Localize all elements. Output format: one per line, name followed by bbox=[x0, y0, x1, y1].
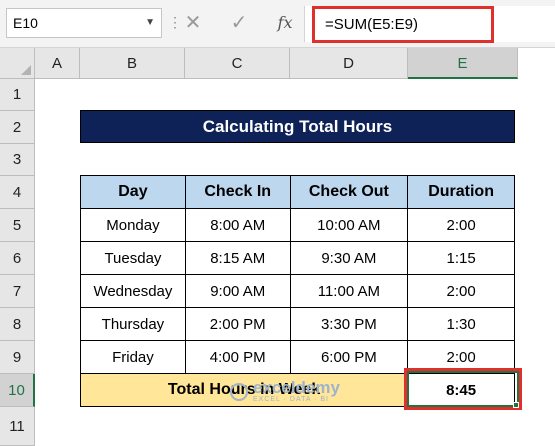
formula-highlight-box bbox=[312, 6, 494, 43]
row-header-8[interactable]: 8 bbox=[0, 308, 35, 341]
table-row: Thursday 2:00 PM 3:30 PM 1:30 bbox=[80, 307, 515, 341]
table-row: Tuesday 8:15 AM 9:30 AM 1:15 bbox=[80, 241, 515, 275]
day-cell[interactable]: Monday bbox=[80, 208, 186, 242]
day-cell[interactable]: Wednesday bbox=[80, 274, 186, 308]
row-header-11[interactable]: 11 bbox=[0, 407, 35, 446]
day-cell[interactable]: Thursday bbox=[80, 307, 186, 341]
row-header-10[interactable]: 10 bbox=[0, 374, 35, 407]
column-header-b[interactable]: B bbox=[80, 48, 185, 79]
duration-cell[interactable]: 1:15 bbox=[407, 241, 515, 275]
row-header-4[interactable]: 4 bbox=[0, 176, 35, 209]
table-row: Monday 8:00 AM 10:00 AM 2:00 bbox=[80, 208, 515, 242]
select-all-icon bbox=[21, 65, 31, 75]
check-in-cell[interactable]: 2:00 PM bbox=[184, 307, 291, 341]
row-header-3[interactable]: 3 bbox=[0, 144, 35, 176]
check-out-cell[interactable]: 6:00 PM bbox=[289, 340, 409, 374]
table-header-row: Day Check In Check Out Duration bbox=[80, 175, 515, 209]
row-header-6[interactable]: 6 bbox=[0, 242, 35, 275]
check-out-cell[interactable]: 9:30 AM bbox=[289, 241, 409, 275]
row-header-9[interactable]: 9 bbox=[0, 341, 35, 374]
formula-bar: E10 ▼ ⋮ ✕ ✓ fx =SUM(E5:E9) bbox=[0, 0, 555, 48]
check-out-cell[interactable]: 10:00 AM bbox=[289, 208, 409, 242]
cancel-icon[interactable]: ✕ bbox=[180, 10, 206, 36]
duration-cell[interactable]: 2:00 bbox=[407, 274, 515, 308]
watermark: exceldemy EXCEL · DATA · BI bbox=[230, 378, 340, 404]
header-day: Day bbox=[80, 175, 186, 209]
column-header-c[interactable]: C bbox=[185, 48, 290, 79]
header-check-out: Check Out bbox=[289, 175, 409, 209]
exceldemy-logo-icon bbox=[230, 383, 248, 401]
table-row: Wednesday 9:00 AM 11:00 AM 2:00 bbox=[80, 274, 515, 308]
duration-cell[interactable]: 2:00 bbox=[407, 208, 515, 242]
sheet-title: Calculating Total Hours bbox=[80, 110, 515, 143]
worksheet-grid: A B C D E 1 2 3 4 5 6 7 8 9 10 11 Calcul… bbox=[0, 48, 555, 446]
check-out-cell[interactable]: 11:00 AM bbox=[289, 274, 409, 308]
watermark-brand: exceldemy bbox=[253, 378, 340, 397]
insert-function-icon[interactable]: fx bbox=[272, 10, 298, 36]
fill-handle[interactable] bbox=[513, 402, 519, 408]
name-box-value: E10 bbox=[13, 15, 38, 31]
select-all-button[interactable] bbox=[0, 48, 35, 79]
check-in-cell[interactable]: 8:00 AM bbox=[184, 208, 291, 242]
column-header-a[interactable]: A bbox=[35, 48, 80, 79]
row-header-2[interactable]: 2 bbox=[0, 111, 35, 144]
day-cell[interactable]: Friday bbox=[80, 340, 186, 374]
enter-icon[interactable]: ✓ bbox=[226, 10, 252, 36]
sheet-area[interactable]: Calculating Total Hours Day Check In Che… bbox=[35, 79, 555, 446]
duration-cell[interactable]: 1:30 bbox=[407, 307, 515, 341]
row-header-7[interactable]: 7 bbox=[0, 275, 35, 308]
check-in-cell[interactable]: 8:15 AM bbox=[184, 241, 291, 275]
row-header-1[interactable]: 1 bbox=[0, 79, 35, 111]
column-header-d[interactable]: D bbox=[290, 48, 408, 79]
row-header-5[interactable]: 5 bbox=[0, 209, 35, 242]
check-out-cell[interactable]: 3:30 PM bbox=[289, 307, 409, 341]
watermark-tagline: EXCEL · DATA · BI bbox=[253, 396, 329, 403]
chevron-down-icon[interactable]: ▼ bbox=[145, 9, 155, 37]
name-box[interactable]: E10 ▼ bbox=[6, 8, 162, 38]
header-check-in: Check In bbox=[184, 175, 291, 209]
check-in-cell[interactable]: 9:00 AM bbox=[184, 274, 291, 308]
day-cell[interactable]: Tuesday bbox=[80, 241, 186, 275]
header-duration: Duration bbox=[407, 175, 515, 209]
check-in-cell[interactable]: 4:00 PM bbox=[184, 340, 291, 374]
result-highlight-box bbox=[404, 368, 522, 410]
column-header-e[interactable]: E bbox=[408, 48, 518, 79]
